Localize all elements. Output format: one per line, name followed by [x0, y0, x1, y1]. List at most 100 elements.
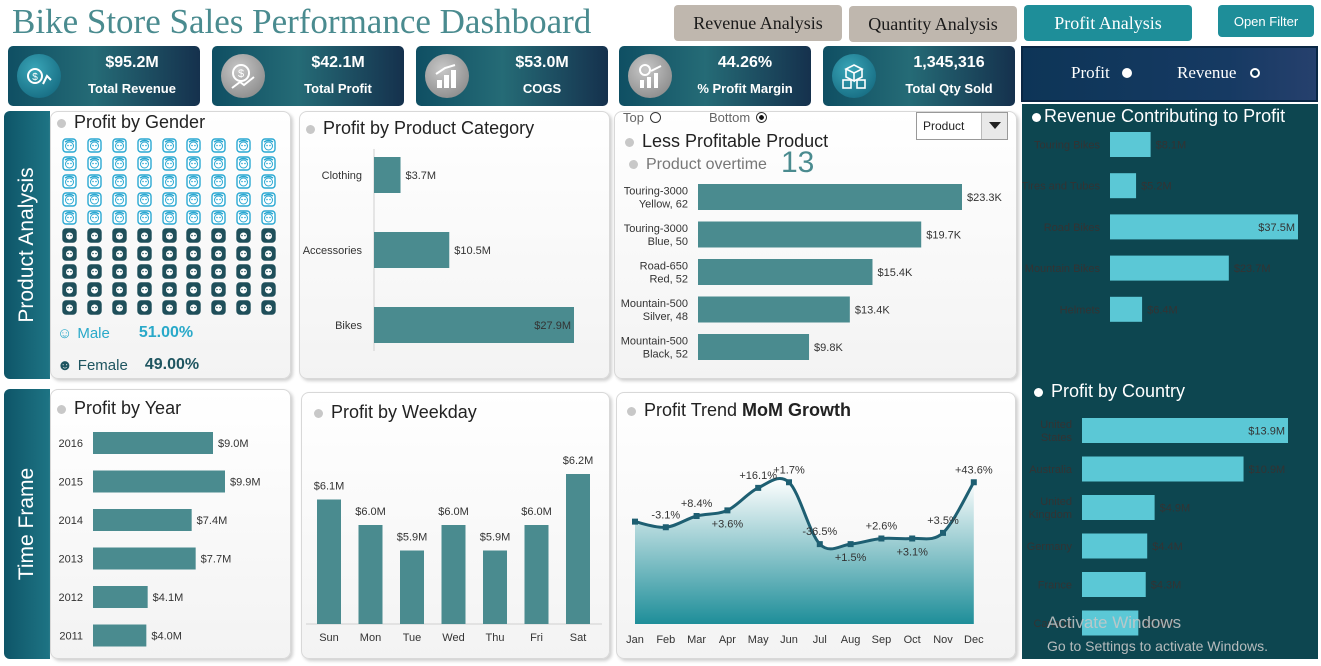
female-person-icon: [112, 282, 127, 297]
category-label: Tires and Tubes: [1022, 181, 1100, 193]
x-tick-label: Sun: [319, 632, 339, 644]
x-tick-label: Aug: [841, 634, 861, 646]
female-person-icon: [62, 282, 77, 297]
revenue-icon: $: [17, 54, 61, 98]
kpi-value: $95.2M: [105, 54, 159, 71]
male-person-icon: [136, 174, 152, 189]
trend-title-bold: MoM Growth: [742, 400, 852, 420]
revenue-contrib-panel: Revenue Contributing to Profit Touring B…: [1022, 104, 1318, 380]
data-point: [940, 529, 946, 536]
category-label: United States: [1040, 419, 1072, 444]
female-person-icon: [236, 300, 251, 315]
bar: [93, 432, 213, 454]
male-person-icon: [186, 174, 202, 189]
category-label: Touring-3000 Blue, 50: [624, 223, 688, 248]
radio-selected-icon[interactable]: [1121, 68, 1132, 78]
kpi-value: $53.0M: [515, 54, 569, 71]
male-person-icon: [87, 174, 102, 189]
top-radio[interactable]: Top: [623, 110, 661, 125]
male-face-icon: ☺: [57, 324, 73, 342]
profit-radio[interactable]: Profit: [1071, 63, 1132, 83]
dashboard-title: Bike Store Sales Performance Dashboard: [12, 2, 592, 41]
female-person-icon: [62, 264, 77, 279]
product-panel: Top Bottom Less Profitable Product Produ…: [614, 110, 1017, 379]
female-person-icon: [261, 282, 276, 297]
male-legend: ☺ Male 51.00%: [57, 324, 193, 342]
male-person-icon: [136, 210, 152, 225]
gender-panel: Profit by Gender ☺ Male 51.00% ☻ Female …: [50, 111, 291, 379]
female-person-icon: [87, 228, 102, 243]
category-bar-chart: Clothing $3.7M Accessories $10.5M Bikes $27.9…: [303, 149, 574, 351]
panel-title: Profit by Weekday: [314, 402, 477, 423]
data-label: $5.9M: [480, 532, 511, 544]
female-person-icon: [236, 246, 251, 261]
male-person-icon: [136, 156, 152, 171]
female-person-icon: [261, 246, 276, 261]
profit-analysis-button[interactable]: Profit Analysis: [1024, 5, 1192, 41]
female-person-icon: [161, 246, 177, 261]
male-person-icon: [87, 138, 102, 153]
data-label: $6.4M: [1147, 304, 1178, 316]
male-person-icon: [161, 210, 177, 225]
open-filter-button[interactable]: Open Filter: [1218, 5, 1314, 37]
bullet-icon: [625, 137, 634, 147]
female-pct: 49.00%: [144, 356, 200, 373]
radio-unselected-icon[interactable]: [649, 112, 661, 123]
kpi-label: Total Profit: [304, 81, 372, 96]
male-person-icon: [211, 156, 227, 171]
female-person-icon: [112, 228, 127, 243]
male-person-icon: [261, 174, 276, 189]
male-person-icon: [261, 156, 276, 171]
male-person-icon: [261, 210, 276, 225]
kpi-label: Total Qty Sold: [905, 81, 993, 96]
female-person-icon: [186, 228, 202, 243]
radio-selected-icon[interactable]: [756, 112, 768, 123]
female-person-icon: [62, 228, 77, 243]
growth-label: +8.4%: [681, 498, 713, 510]
revenue-analysis-button[interactable]: Revenue Analysis: [674, 5, 842, 41]
kpi-label: Total Revenue: [88, 81, 176, 96]
data-point: [909, 535, 916, 542]
category-label: Clothing: [322, 170, 362, 182]
data-label: $3.7M: [406, 170, 437, 182]
weekday-title: Profit by Weekday: [331, 402, 477, 422]
bar: [93, 586, 148, 608]
female-person-icon: [136, 228, 152, 243]
bar: [400, 550, 424, 624]
male-person-icon: [112, 138, 127, 153]
female-person-icon: [236, 264, 251, 279]
female-person-icon: [87, 246, 102, 261]
product-dropdown[interactable]: Product: [916, 112, 1008, 140]
category-label: 2015: [59, 477, 83, 489]
female-person-icon: [261, 264, 276, 279]
radio-unselected-icon[interactable]: [1250, 68, 1261, 78]
revenue-radio[interactable]: Revenue: [1177, 63, 1261, 83]
data-label: $15.4K: [877, 267, 913, 279]
side-label-product-analysis: Product Analysis: [4, 111, 50, 379]
category-label: Australia: [1029, 464, 1073, 476]
female-person-icon: [136, 246, 152, 261]
bottom-radio[interactable]: Bottom: [709, 110, 768, 125]
bullet-icon: [306, 124, 315, 134]
category-label: France: [1038, 580, 1072, 592]
bar: [566, 474, 590, 624]
male-person-icon: [211, 210, 227, 225]
category-label: 2011: [59, 631, 83, 643]
profit-radio-label: Profit: [1071, 63, 1110, 82]
category-label: Touring Bikes: [1034, 140, 1101, 152]
bar: [1110, 255, 1229, 281]
male-person-icon: [211, 192, 227, 207]
data-label: $13.4K: [855, 305, 891, 317]
x-tick-label: Jan: [626, 634, 644, 646]
male-person-icon: [62, 156, 77, 171]
male-person-icon: [161, 174, 177, 189]
data-label: $5.2M: [1141, 181, 1172, 193]
bar: [93, 470, 225, 493]
quantity-analysis-button[interactable]: Quantity Analysis: [849, 6, 1017, 42]
category-label: Road-650 Red, 52: [640, 261, 688, 286]
data-point: [786, 479, 792, 486]
bar: [698, 259, 873, 285]
male-person-icon: [136, 138, 152, 153]
kpi-value: 1,345,316: [913, 54, 985, 71]
chevron-down-icon[interactable]: [981, 113, 1007, 139]
